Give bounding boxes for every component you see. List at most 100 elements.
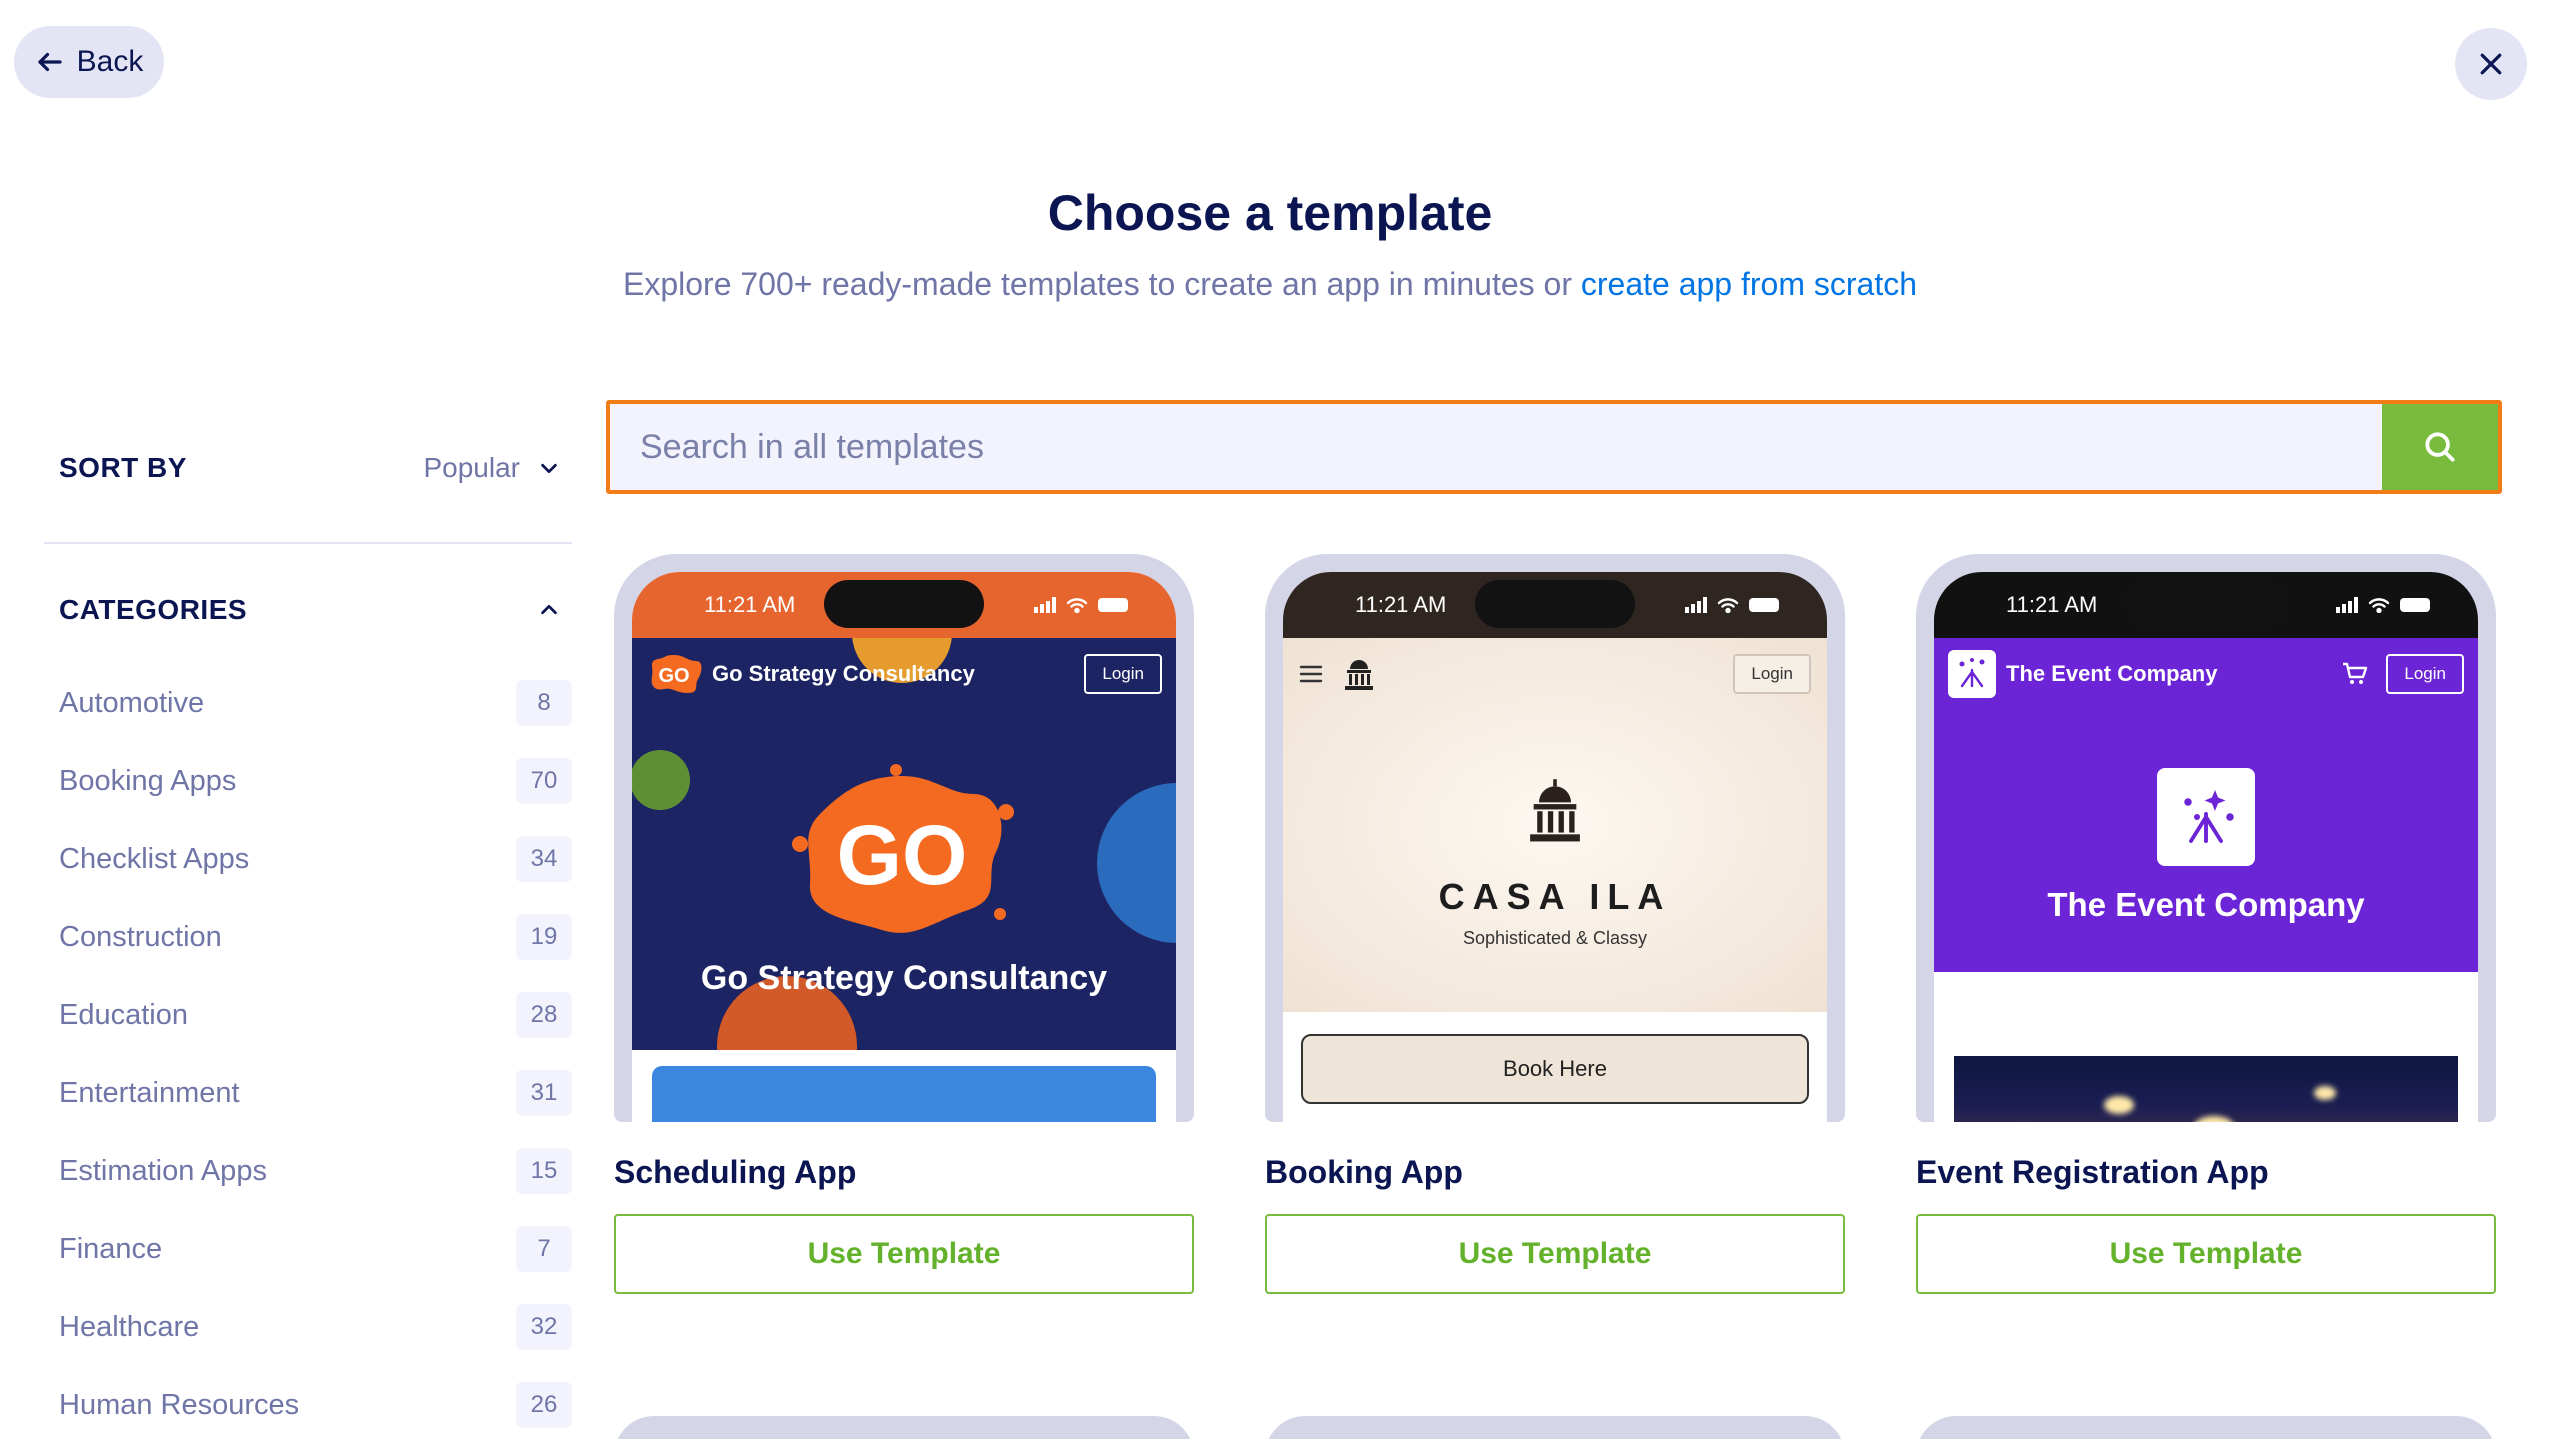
use-template-button[interactable]: Use Template (1265, 1214, 1845, 1294)
preview-blue-bar (652, 1066, 1156, 1122)
sort-value: Popular (423, 452, 520, 483)
search-button[interactable] (2382, 404, 2498, 490)
sort-label: SORT BY (59, 452, 187, 483)
back-label: Back (76, 45, 144, 78)
go-logo-icon: GO (651, 655, 702, 693)
category-item-education[interactable]: Education 28 (44, 976, 572, 1054)
chevron-up-icon (541, 604, 557, 615)
status-time: 11:21 AM (1355, 592, 1447, 617)
signal-icon (2336, 597, 2358, 613)
category-label: Construction (59, 920, 222, 953)
categories-header[interactable]: CATEGORIES (44, 586, 572, 634)
category-count: 15 (516, 1148, 572, 1194)
use-template-button[interactable]: Use Template (614, 1214, 1194, 1294)
category-label: Checklist Apps (59, 842, 250, 875)
template-preview[interactable]: 11:21 AM Login CASA ILA Sophisticated & … (1265, 554, 1845, 1122)
search-input[interactable] (610, 404, 2382, 490)
category-item-healthcare[interactable]: Healthcare 32 (44, 1288, 572, 1366)
close-icon (2480, 53, 2502, 75)
category-label: Entertainment (59, 1076, 240, 1109)
dynamic-island (824, 580, 984, 628)
preview-hero-title: Go Strategy Consultancy (700, 959, 1108, 997)
hamburger-menu-icon (1299, 665, 1323, 683)
preview-brand (1299, 656, 1377, 692)
sort-row: SORT BY Popular (44, 440, 572, 496)
category-item-finance[interactable]: Finance 7 (44, 1210, 572, 1288)
create-from-scratch-link[interactable]: create app from scratch (1581, 266, 1917, 302)
template-name: Booking App (1265, 1154, 1463, 1190)
category-label: Education (59, 998, 188, 1031)
stage-light (2194, 1116, 2234, 1122)
category-count: 28 (516, 992, 572, 1038)
categories-title: CATEGORIES (59, 594, 248, 625)
preview-tagline: Sophisticated & Classy (1462, 928, 1648, 948)
status-icons (2336, 597, 2430, 613)
category-label: Automotive (59, 686, 205, 719)
sparkle-fireworks-icon (2184, 790, 2234, 843)
category-label: Estimation Apps (59, 1154, 267, 1187)
page-subtitle: Explore 700+ ready-made templates to cre… (0, 266, 2540, 303)
sidebar: SORT BY Popular CATEGORIES Automotive 8 B… (44, 440, 572, 1439)
category-item-booking-apps[interactable]: Booking Apps 70 (44, 742, 572, 820)
category-count: 31 (516, 1070, 572, 1116)
preview-casa-title: CASA ILA (1438, 876, 1672, 917)
template-card-peek[interactable] (1265, 1416, 1845, 1439)
template-card-booking[interactable]: 11:21 AM Login CASA ILA Sophisticated & … (1265, 554, 1845, 1294)
category-item-checklist-apps[interactable]: Checklist Apps 34 (44, 820, 572, 898)
signal-icon (1034, 597, 1056, 613)
dynamic-island (2126, 580, 2286, 628)
status-bar: 11:21 AM (1283, 572, 1827, 638)
status-time: 11:21 AM (704, 592, 796, 617)
category-item-entertainment[interactable]: Entertainment 31 (44, 1054, 572, 1132)
close-button[interactable] (2455, 28, 2527, 100)
category-count: 26 (516, 1382, 572, 1428)
use-template-button[interactable]: Use Template (1916, 1214, 2496, 1294)
template-card-peek[interactable] (614, 1416, 1194, 1439)
template-preview[interactable]: 11:21 AM The Event Company Login The Eve… (1916, 554, 2496, 1122)
building-hero-icon (1530, 779, 1580, 842)
phone-screen: 11:21 AM The Event Company Login The Eve… (1934, 572, 2478, 1122)
category-label: Finance (59, 1232, 163, 1265)
cart-icon (2343, 662, 2368, 684)
battery-icon (2400, 598, 2430, 612)
preview-hero-title: The Event Company (2047, 886, 2365, 923)
preview-brand: The Event Company (1948, 650, 2217, 698)
category-item-construction[interactable]: Construction 19 (44, 898, 572, 976)
wifi-icon (1717, 598, 1739, 613)
category-item-automotive[interactable]: Automotive 8 (44, 664, 572, 742)
subtitle-text: Explore 700+ ready-made templates to cre… (622, 266, 1572, 302)
sort-dropdown[interactable]: Popular (423, 452, 560, 484)
sidebar-divider (44, 542, 572, 544)
category-label: Booking Apps (59, 764, 237, 797)
stage-light (2104, 1096, 2134, 1114)
status-icons (1685, 597, 1779, 613)
preview-body: Login CASA ILA Sophisticated & Classy (1283, 638, 1827, 1012)
template-card-peek[interactable] (1916, 1416, 2496, 1439)
template-card-event-registration[interactable]: 11:21 AM The Event Company Login The Eve… (1916, 554, 2496, 1294)
template-card-scheduling[interactable]: 11:21 AM GO Go Strategy Consultancy Logi… (614, 554, 1194, 1294)
back-button[interactable]: Back (14, 26, 164, 98)
dynamic-island (1475, 580, 1635, 628)
event-logo-icon (1948, 650, 1996, 698)
status-bar: 11:21 AM (632, 572, 1176, 638)
signal-icon (1685, 597, 1707, 613)
preview-brand-name: The Event Company (2006, 661, 2218, 686)
preview-event-photo (1954, 1056, 2458, 1122)
go-hero-text: GO (837, 808, 968, 902)
preview-login-button: Login (1733, 654, 1811, 694)
wifi-icon (1066, 598, 1088, 613)
go-logo-text: GO (658, 665, 689, 687)
preview-header: GO Go Strategy Consultancy Login (646, 650, 1162, 698)
template-name: Event Registration App (1916, 1154, 2269, 1190)
battery-icon (1749, 598, 1779, 612)
status-time: 11:21 AM (2006, 592, 2098, 617)
wifi-icon (2368, 598, 2390, 613)
category-count: 19 (516, 914, 572, 960)
category-count: 7 (516, 1226, 572, 1272)
category-count: 32 (516, 1304, 572, 1350)
category-item-human-resources[interactable]: Human Resources 26 (44, 1366, 572, 1439)
category-label: Human Resources (59, 1388, 300, 1421)
building-logo-icon (1345, 660, 1373, 690)
category-item-estimation-apps[interactable]: Estimation Apps 15 (44, 1132, 572, 1210)
template-preview[interactable]: 11:21 AM GO Go Strategy Consultancy Logi… (614, 554, 1194, 1122)
